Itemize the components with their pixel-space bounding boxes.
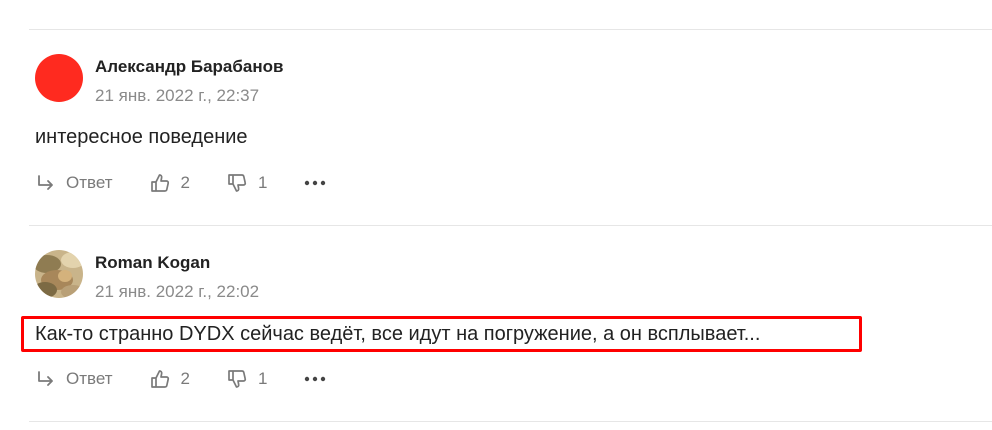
like-count: 2: [180, 369, 190, 388]
dislike-button[interactable]: 1: [226, 368, 267, 390]
avatar-photo: [35, 250, 83, 298]
thumbs-down-icon: [226, 172, 248, 194]
more-icon: [303, 179, 327, 187]
reply-button[interactable]: Ответ: [35, 172, 113, 194]
comment-author[interactable]: Александр Барабанов: [95, 57, 283, 77]
comment-divider: [29, 225, 992, 226]
reply-icon: [35, 172, 57, 194]
like-button[interactable]: 2: [149, 368, 190, 390]
comment-divider-top: [29, 29, 992, 30]
thumbs-up-icon: [149, 172, 171, 194]
dislike-count: 1: [258, 173, 268, 192]
avatar[interactable]: [35, 250, 83, 298]
comment-divider-bottom: [29, 421, 992, 422]
thumbs-up-icon: [149, 368, 171, 390]
comment-text: интересное поведение: [35, 126, 248, 148]
dislike-count: 1: [258, 369, 268, 388]
reply-label: Ответ: [66, 173, 113, 192]
comment-date[interactable]: 21 янв. 2022 г., 22:37: [95, 86, 259, 106]
thumbs-down-icon: [226, 368, 248, 390]
reply-icon: [35, 368, 57, 390]
like-button[interactable]: 2: [149, 172, 190, 194]
comment-actions: Ответ 2 1: [35, 171, 327, 195]
dislike-button[interactable]: 1: [226, 172, 267, 194]
reply-label: Ответ: [66, 369, 113, 388]
comment-author[interactable]: Roman Kogan: [95, 253, 210, 273]
more-options-button[interactable]: [303, 375, 327, 383]
comment-actions: Ответ 2 1: [35, 367, 327, 391]
more-options-button[interactable]: [303, 179, 327, 187]
avatar[interactable]: [35, 54, 83, 102]
text-highlight-box: [21, 316, 862, 352]
more-icon: [303, 375, 327, 383]
like-count: 2: [180, 173, 190, 192]
comment-date[interactable]: 21 янв. 2022 г., 22:02: [95, 282, 259, 302]
reply-button[interactable]: Ответ: [35, 368, 113, 390]
